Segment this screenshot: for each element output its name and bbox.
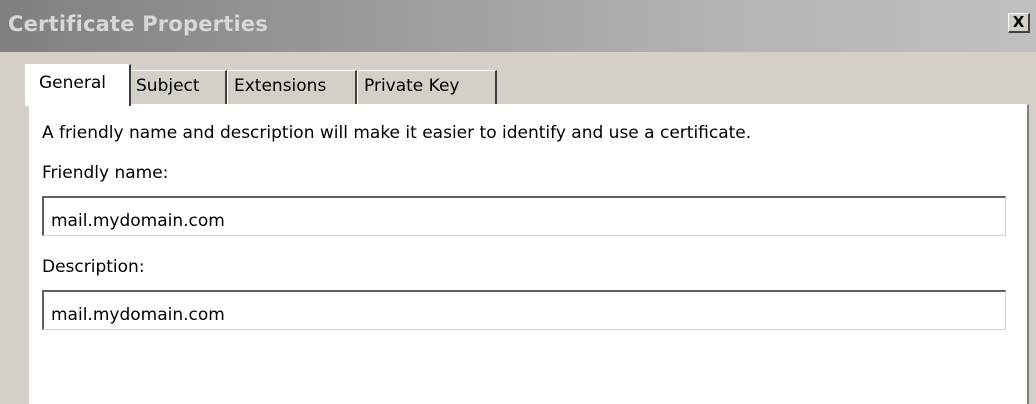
certificate-properties-dialog: Certificate Properties X Subject Extensi… xyxy=(0,0,1036,404)
description-label: Description: xyxy=(42,257,145,277)
friendly-name-field[interactable] xyxy=(42,196,1006,236)
intro-text: A friendly name and description will mak… xyxy=(42,123,752,143)
description-field[interactable] xyxy=(42,290,1006,330)
title-bar[interactable]: Certificate Properties X xyxy=(0,0,1036,52)
tab-general[interactable]: General xyxy=(25,64,131,106)
friendly-name-label: Friendly name: xyxy=(42,163,169,183)
tab-extensions[interactable]: Extensions xyxy=(227,70,357,104)
tab-subject[interactable]: Subject xyxy=(129,70,227,104)
close-button[interactable]: X xyxy=(1008,13,1030,33)
tab-private-key[interactable]: Private Key xyxy=(357,70,497,104)
general-tab-panel xyxy=(29,104,1029,404)
window-title: Certificate Properties xyxy=(8,12,268,36)
